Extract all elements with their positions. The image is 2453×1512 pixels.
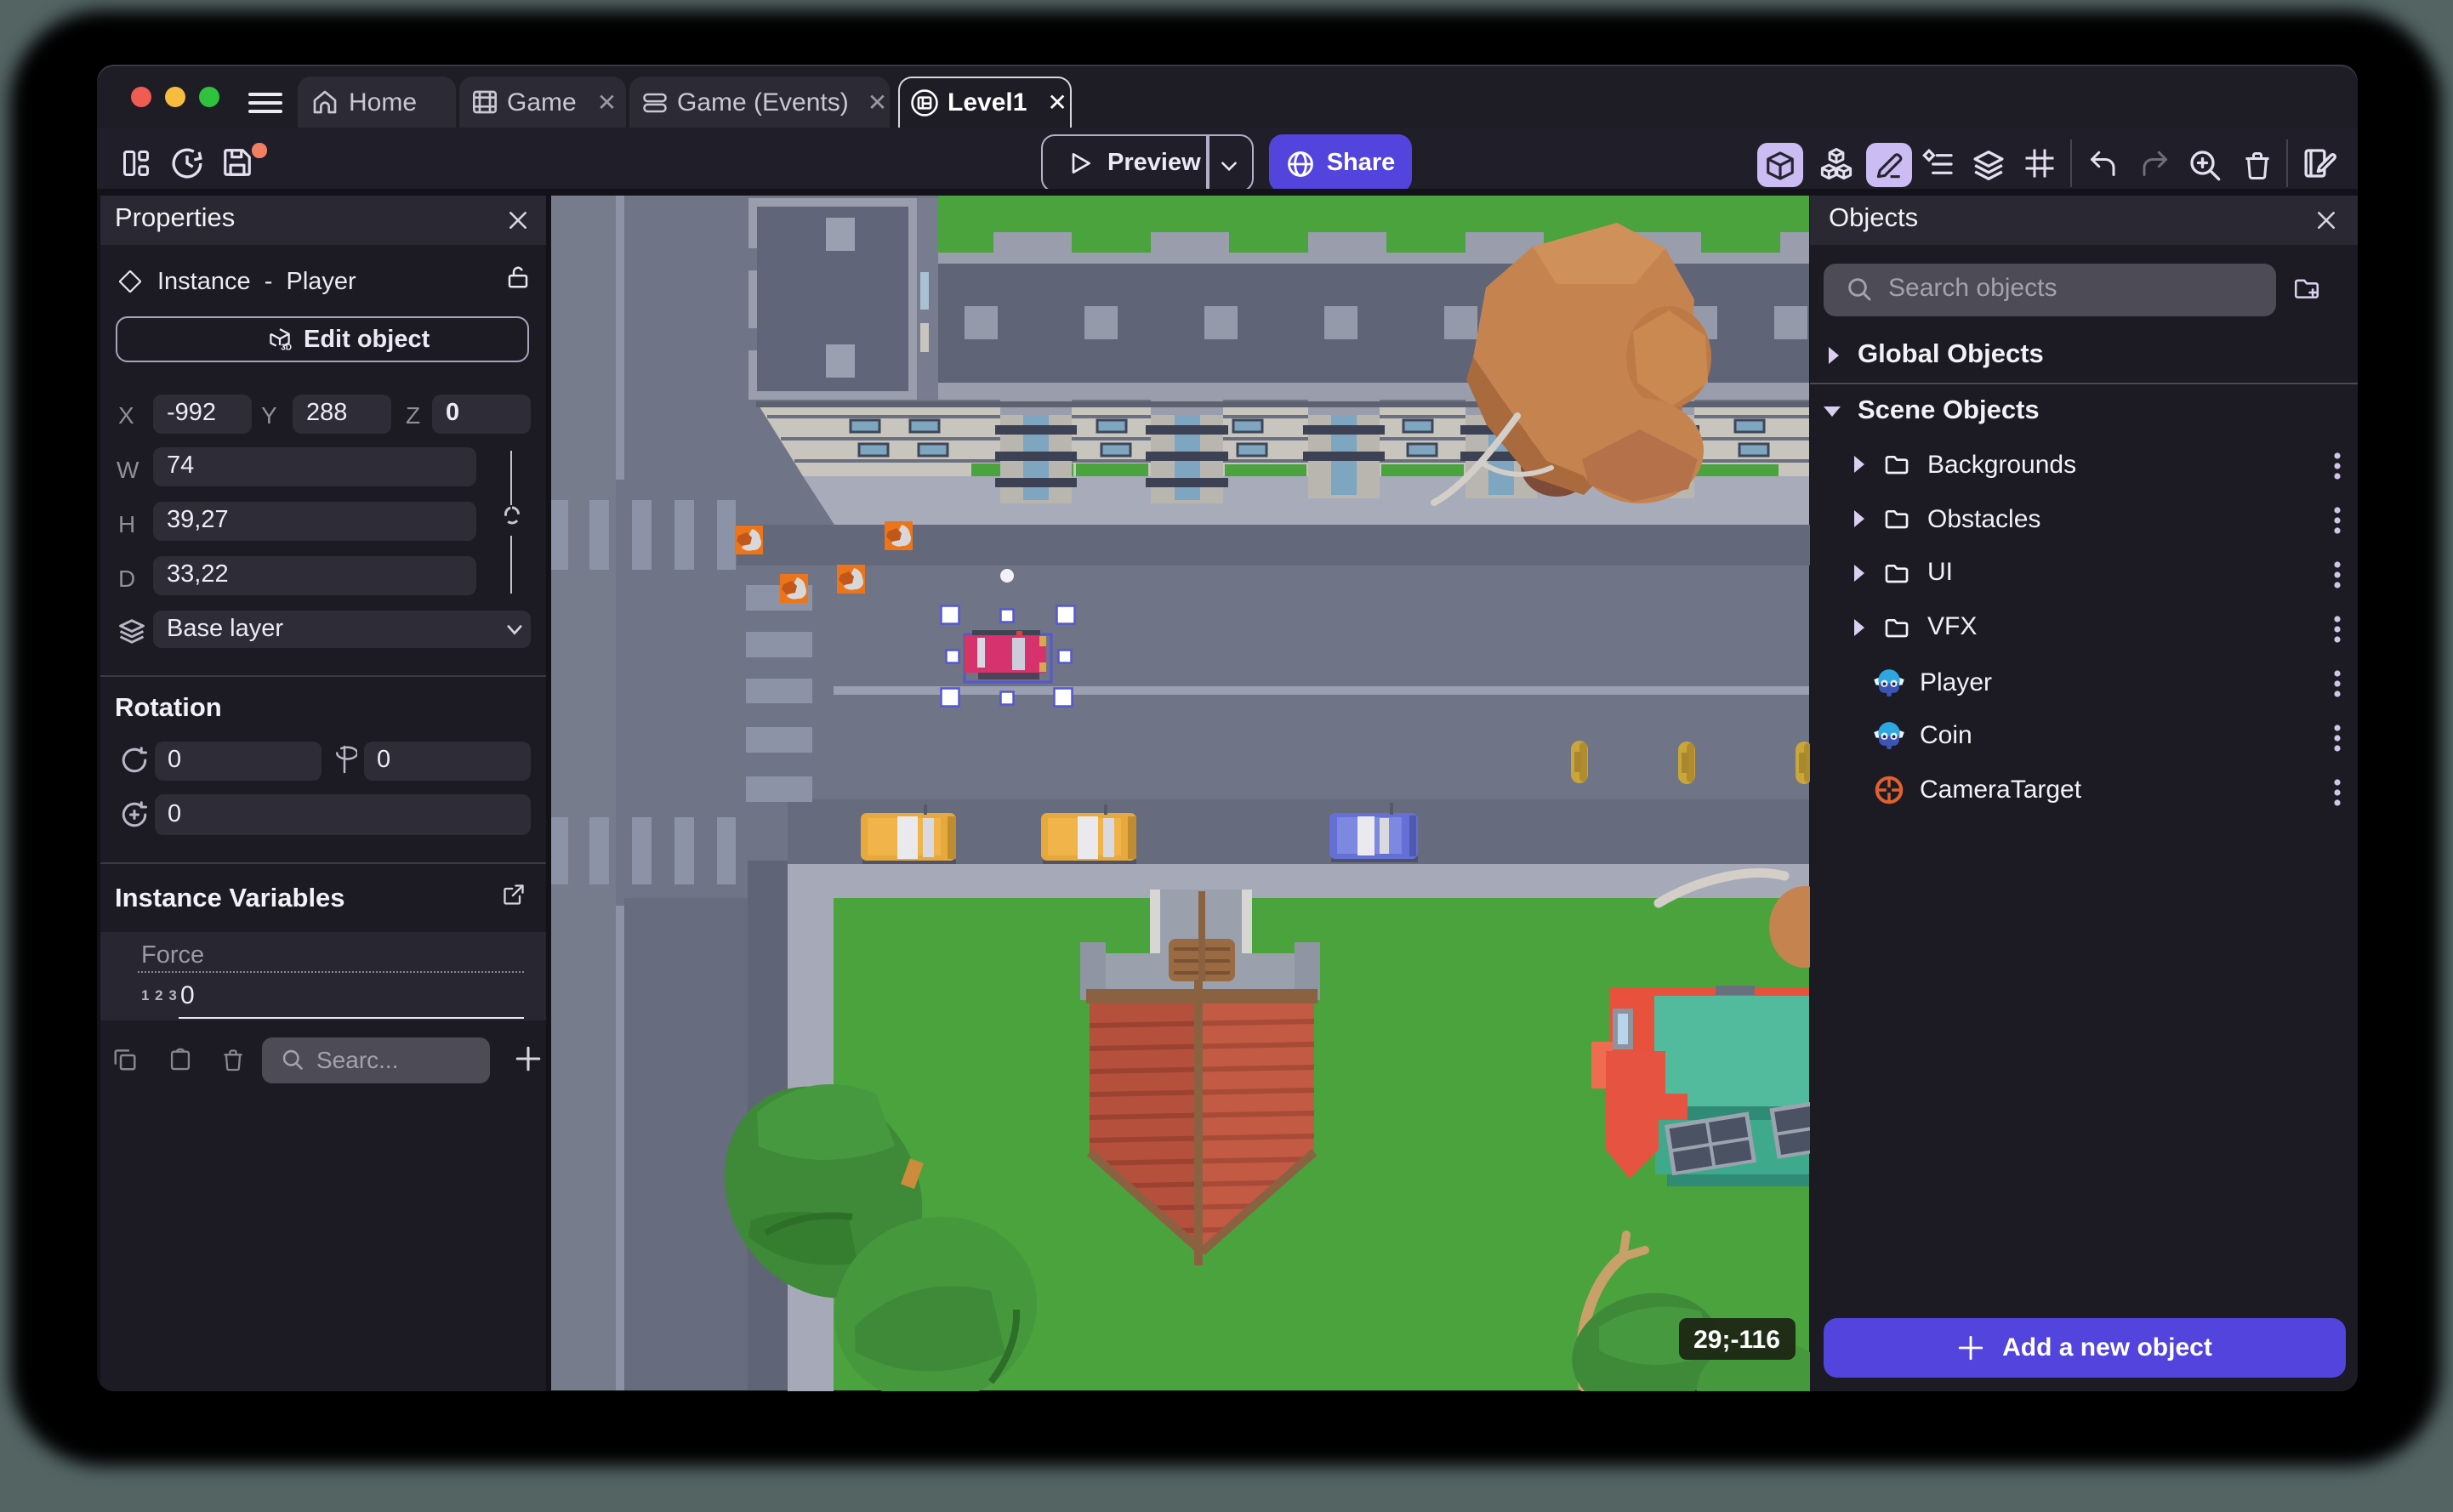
- svg-text:29;-116: 29;-116: [1693, 1326, 1780, 1354]
- svg-text:3D: 3D: [280, 343, 291, 352]
